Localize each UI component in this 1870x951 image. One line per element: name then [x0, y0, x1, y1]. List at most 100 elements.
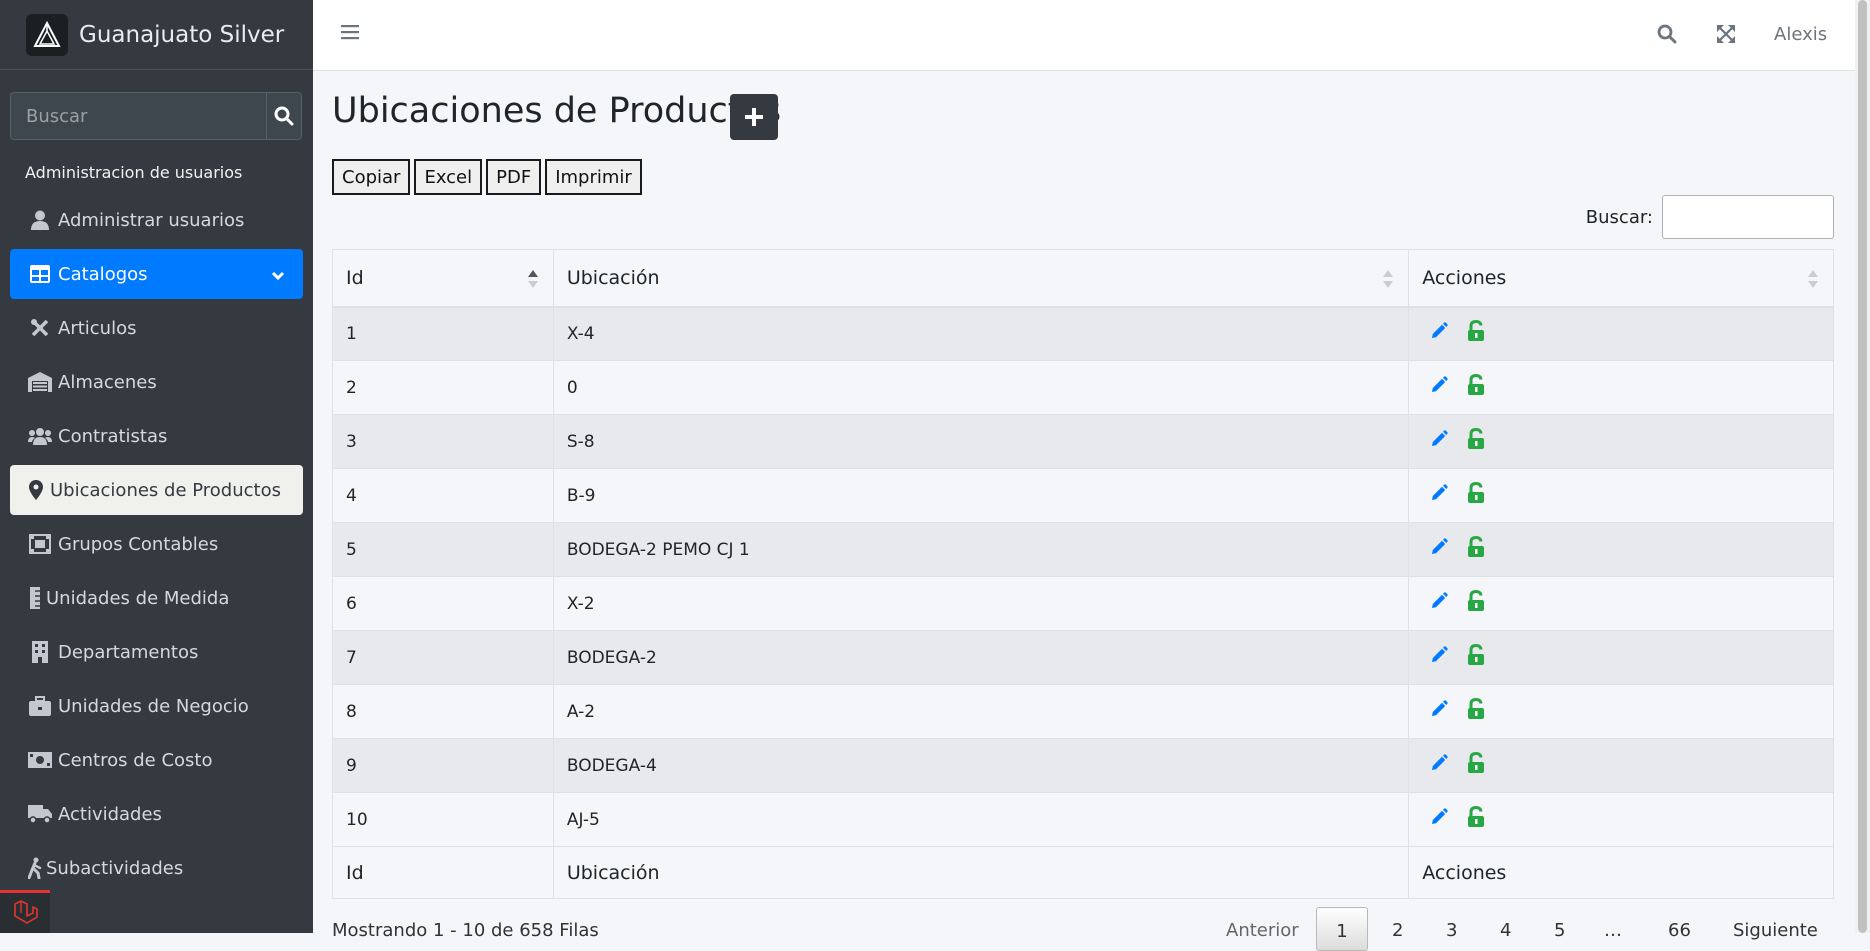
unlock-icon[interactable]: [1466, 427, 1486, 455]
sidebar-item-unidades-medida[interactable]: Unidades de Medida: [10, 573, 303, 623]
sidebar-item-label: Unidades de Negocio: [58, 695, 249, 717]
edit-pencil-icon[interactable]: [1430, 322, 1448, 345]
cell-id: 10: [332, 792, 554, 847]
sidebar-item-label: Articulos: [58, 317, 137, 339]
unlock-icon[interactable]: [1466, 805, 1486, 833]
cell-acciones: [1408, 360, 1834, 415]
brand-name: Guanajuato Silver: [79, 21, 285, 48]
pagination-next[interactable]: Siguiente: [1733, 920, 1818, 941]
sidebar-item-catalogos[interactable]: Catalogos: [10, 249, 303, 299]
add-location-button[interactable]: [730, 94, 778, 140]
pagination-page[interactable]: 2: [1392, 920, 1403, 941]
unlock-icon[interactable]: [1466, 643, 1486, 671]
table-row: 8 A-2: [332, 684, 1834, 739]
print-button[interactable]: Imprimir: [545, 159, 642, 195]
pagination-page[interactable]: 4: [1500, 920, 1511, 941]
chevron-down-icon: [271, 265, 285, 286]
edit-pencil-icon[interactable]: [1430, 538, 1448, 561]
sidebar: Guanajuato Silver Administracion de usua…: [0, 0, 313, 933]
laravel-debugbar-icon[interactable]: [0, 890, 50, 933]
sidebar-item-ubicaciones[interactable]: Ubicaciones de Productos: [10, 465, 303, 515]
footer-acciones: Acciones: [1408, 846, 1834, 899]
pagination-page[interactable]: 3: [1446, 920, 1457, 941]
brand-link[interactable]: Guanajuato Silver: [0, 0, 313, 70]
table-row: 1 X-4: [332, 306, 1834, 361]
sidebar-item-label: Ubicaciones de Productos: [50, 479, 281, 501]
hamburger-menu-icon[interactable]: [341, 24, 359, 44]
sidebar-item-label: Subactividades: [46, 857, 184, 879]
copy-button[interactable]: Copiar: [332, 159, 411, 195]
cell-id: 6: [332, 576, 554, 631]
sidebar-item-actividades[interactable]: Actividades: [10, 789, 303, 839]
edit-pencil-icon[interactable]: [1430, 484, 1448, 507]
sidebar-item-articulos[interactable]: Articulos: [10, 303, 303, 353]
unlock-icon[interactable]: [1466, 697, 1486, 725]
user-name-link[interactable]: Alexis: [1774, 24, 1827, 45]
cell-ubicacion: X-4: [552, 306, 1410, 361]
triangle-logo-icon: [26, 13, 68, 56]
cell-id: 7: [332, 630, 554, 685]
footer-id: Id: [332, 846, 554, 899]
cell-ubicacion: X-2: [552, 576, 1410, 631]
unlock-icon[interactable]: [1466, 320, 1486, 347]
sidebar-section-header: Administracion de usuarios: [25, 163, 243, 182]
sidebar-item-unidades-negocio[interactable]: Unidades de Negocio: [10, 681, 303, 731]
table-row: 20: [332, 360, 1834, 415]
sidebar-item-label: Centros de Costo: [58, 749, 213, 771]
unlock-icon[interactable]: [1466, 535, 1486, 563]
pagination: Anterior 1 2 3 4 5 … 66 Siguiente: [332, 907, 1834, 951]
scrollbar-thumb[interactable]: [1858, 0, 1867, 933]
sidebar-item-grupos-contables[interactable]: Grupos Contables: [10, 519, 303, 569]
pagination-page[interactable]: 5: [1554, 920, 1565, 941]
cell-acciones: [1408, 684, 1834, 739]
sidebar-item-label: Actividades: [58, 803, 162, 825]
table-icon: [28, 263, 52, 285]
edit-pencil-icon[interactable]: [1430, 700, 1448, 723]
cell-acciones: [1408, 306, 1834, 361]
cell-ubicacion: AJ-5: [552, 792, 1410, 847]
cell-id: 2: [332, 360, 554, 415]
table-row: 7 BODEGA-2: [332, 630, 1834, 685]
cell-id: 4: [332, 468, 554, 523]
unlock-icon[interactable]: [1466, 373, 1486, 401]
sidebar-item-contratistas[interactable]: Contratistas: [10, 411, 303, 461]
tools-icon: [28, 317, 52, 339]
sidebar-item-centros-costo[interactable]: Centros de Costo: [10, 735, 303, 785]
locations-table: Id Ubicación Acciones 1 X-4 2 0 3 S-8 4 B-9 5 BOD…: [332, 249, 1834, 899]
sort-icon: [1808, 270, 1818, 288]
column-header-acciones[interactable]: Acciones: [1408, 249, 1834, 308]
pdf-button[interactable]: PDF: [486, 159, 542, 195]
edit-pencil-icon[interactable]: [1430, 376, 1448, 399]
sidebar-item-departamentos[interactable]: Departamentos: [10, 627, 303, 677]
navbar-search-icon[interactable]: [1657, 24, 1677, 48]
fullscreen-expand-icon[interactable]: [1716, 24, 1736, 48]
sidebar-search-input[interactable]: [10, 92, 266, 140]
map-marker-icon: [28, 479, 44, 501]
sidebar-item-administrar-usuarios[interactable]: Administrar usuarios: [10, 195, 303, 245]
pagination-page-current[interactable]: 1: [1316, 907, 1368, 951]
column-header-id[interactable]: Id: [332, 249, 554, 308]
column-header-ubicacion[interactable]: Ubicación: [552, 249, 1410, 308]
sidebar-search-button[interactable]: [266, 92, 302, 140]
cell-acciones: [1408, 792, 1834, 847]
cell-id: 9: [332, 738, 554, 793]
edit-pencil-icon[interactable]: [1430, 808, 1448, 831]
table-search-input[interactable]: [1662, 195, 1834, 239]
unlock-icon[interactable]: [1466, 481, 1486, 509]
cell-acciones: [1408, 630, 1834, 685]
pagination-page[interactable]: 66: [1668, 920, 1691, 941]
table-row: 10 AJ-5: [332, 792, 1834, 847]
unlock-icon[interactable]: [1466, 751, 1486, 779]
sidebar-item-almacenes[interactable]: Almacenes: [10, 357, 303, 407]
edit-pencil-icon[interactable]: [1430, 430, 1448, 453]
excel-button[interactable]: Excel: [414, 159, 483, 195]
edit-pencil-icon[interactable]: [1430, 592, 1448, 615]
pagination-prev[interactable]: Anterior: [1226, 920, 1299, 941]
sidebar-item-subactividades[interactable]: Subactividades: [10, 843, 303, 893]
unlock-icon[interactable]: [1466, 589, 1486, 617]
cell-ubicacion: BODEGA-2: [552, 630, 1410, 685]
money-bill-icon: [28, 749, 52, 771]
edit-pencil-icon[interactable]: [1430, 754, 1448, 777]
edit-pencil-icon[interactable]: [1430, 646, 1448, 669]
page-scrollbar[interactable]: [1855, 0, 1870, 933]
